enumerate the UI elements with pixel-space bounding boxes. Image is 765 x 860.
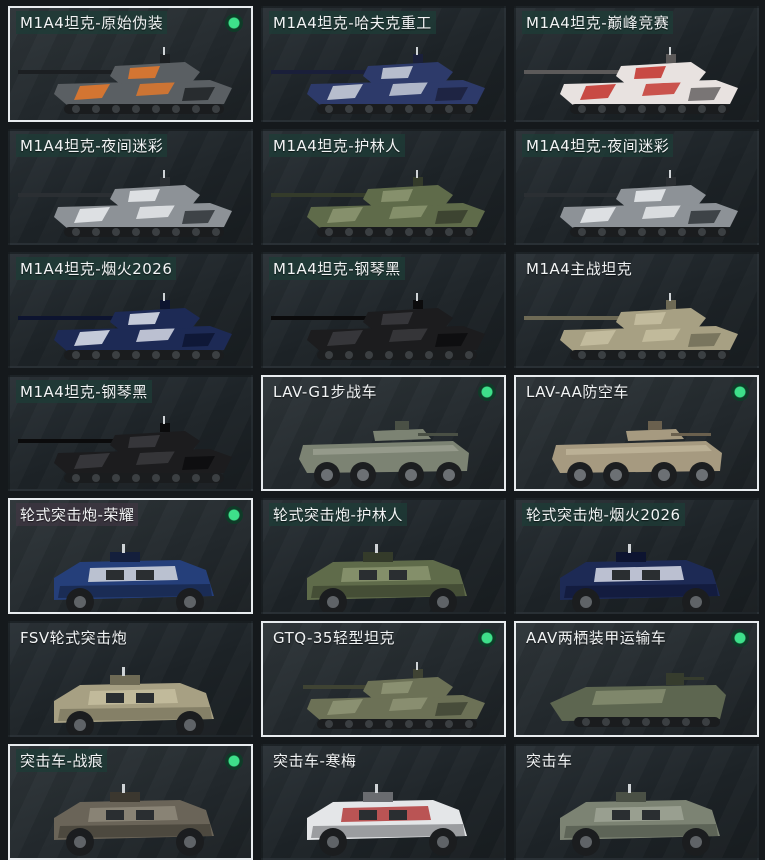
equipped-indicator-icon [225, 752, 243, 770]
vehicle-image-tank [18, 47, 232, 114]
vehicle-name: M1A4坦克-哈夫克重工 [269, 11, 436, 34]
vehicle-name: FSV轮式突击炮 [20, 629, 128, 647]
vehicle-image-ifv [299, 421, 469, 488]
vehicle-image-assault-car [54, 784, 214, 856]
vehicle-name: 轮式突击炮-荣耀 [16, 503, 139, 526]
vehicle-name: M1A4主战坦克 [526, 260, 633, 278]
vehicle-card[interactable]: M1A4坦克-烟火2026 [8, 252, 253, 368]
vehicle-card[interactable]: 突击车-寒梅 [261, 744, 506, 860]
equipped-indicator-icon [731, 383, 749, 401]
vehicle-card[interactable]: 轮式突击炮-护林人 [261, 498, 506, 614]
vehicle-name: 突击车-战痕 [16, 749, 108, 772]
vehicle-name: M1A4坦克-护林人 [269, 134, 405, 157]
vehicle-name: M1A4坦克-巅峰竞赛 [522, 11, 674, 34]
vehicle-card[interactable]: M1A4坦克-夜间迷彩 [8, 129, 253, 245]
vehicle-image-tank [271, 293, 485, 360]
vehicle-image-armored-car [54, 544, 214, 612]
vehicle-card[interactable]: M1A4坦克-原始伪装 [8, 6, 253, 122]
vehicle-image-tank [18, 170, 232, 237]
vehicle-name: AAV两栖装甲运输车 [526, 629, 667, 647]
vehicle-image-assault-car [307, 784, 467, 856]
vehicle-image-tank [524, 47, 738, 114]
vehicle-name: LAV-AA防空车 [526, 383, 629, 401]
vehicle-image-tank [524, 170, 738, 237]
vehicle-card[interactable]: LAV-G1步战车 [261, 375, 506, 491]
vehicle-image-amphibious [550, 673, 726, 727]
vehicle-card[interactable]: M1A4坦克-巅峰竞赛 [514, 6, 759, 122]
vehicle-name: 轮式突击炮-护林人 [269, 503, 407, 526]
vehicle-card[interactable]: M1A4坦克-夜间迷彩 [514, 129, 759, 245]
vehicle-skin-grid: M1A4坦克-原始伪装 M1A4坦克-哈夫克重工 M1A4坦克-巅峰竞赛 M1A4坦克… [0, 0, 765, 860]
vehicle-image-ifv [552, 421, 722, 488]
vehicle-name: M1A4坦克-烟火2026 [16, 257, 177, 280]
equipped-indicator-icon [731, 629, 749, 647]
vehicle-name: 突击车 [526, 752, 573, 770]
vehicle-card[interactable]: 突击车 [514, 744, 759, 860]
vehicle-image-armored-car [560, 544, 720, 612]
vehicle-image-tank [271, 47, 485, 114]
vehicle-image-armored-car [307, 544, 467, 612]
vehicle-card[interactable]: M1A4主战坦克 [514, 252, 759, 368]
vehicle-card[interactable]: M1A4坦克-钢琴黑 [261, 252, 506, 368]
vehicle-name: 轮式突击炮-烟火2026 [522, 503, 685, 526]
vehicle-card[interactable]: M1A4坦克-钢琴黑 [8, 375, 253, 491]
vehicle-name: M1A4坦克-原始伪装 [16, 11, 168, 34]
vehicle-image-light-tank [303, 662, 485, 729]
equipped-indicator-icon [478, 383, 496, 401]
vehicle-name: LAV-G1步战车 [273, 383, 378, 401]
equipped-indicator-icon [225, 14, 243, 32]
vehicle-card[interactable]: M1A4坦克-哈夫克重工 [261, 6, 506, 122]
vehicle-card[interactable]: 轮式突击炮-荣耀 [8, 498, 253, 614]
vehicle-image-assault-car [560, 784, 720, 856]
vehicle-card[interactable]: 轮式突击炮-烟火2026 [514, 498, 759, 614]
vehicle-name: GTQ-35轻型坦克 [273, 629, 395, 647]
vehicle-card[interactable]: FSV轮式突击炮 [8, 621, 253, 737]
vehicle-image-tank [18, 416, 232, 483]
vehicle-card[interactable]: 突击车-战痕 [8, 744, 253, 860]
vehicle-name: M1A4坦克-钢琴黑 [16, 380, 152, 403]
vehicle-image-tank [524, 293, 738, 360]
vehicle-card[interactable]: AAV两栖装甲运输车 [514, 621, 759, 737]
vehicle-image-tank [271, 170, 485, 237]
equipped-indicator-icon [478, 629, 496, 647]
vehicle-name: 突击车-寒梅 [273, 752, 357, 770]
vehicle-card[interactable]: GTQ-35轻型坦克 [261, 621, 506, 737]
equipped-indicator-icon [225, 506, 243, 524]
vehicle-name: M1A4坦克-钢琴黑 [269, 257, 405, 280]
vehicle-image-tank [18, 293, 232, 360]
vehicle-name: M1A4坦克-夜间迷彩 [16, 134, 168, 157]
vehicle-name: M1A4坦克-夜间迷彩 [522, 134, 674, 157]
vehicle-card[interactable]: M1A4坦克-护林人 [261, 129, 506, 245]
vehicle-image-armored-car [54, 667, 214, 735]
vehicle-card[interactable]: LAV-AA防空车 [514, 375, 759, 491]
